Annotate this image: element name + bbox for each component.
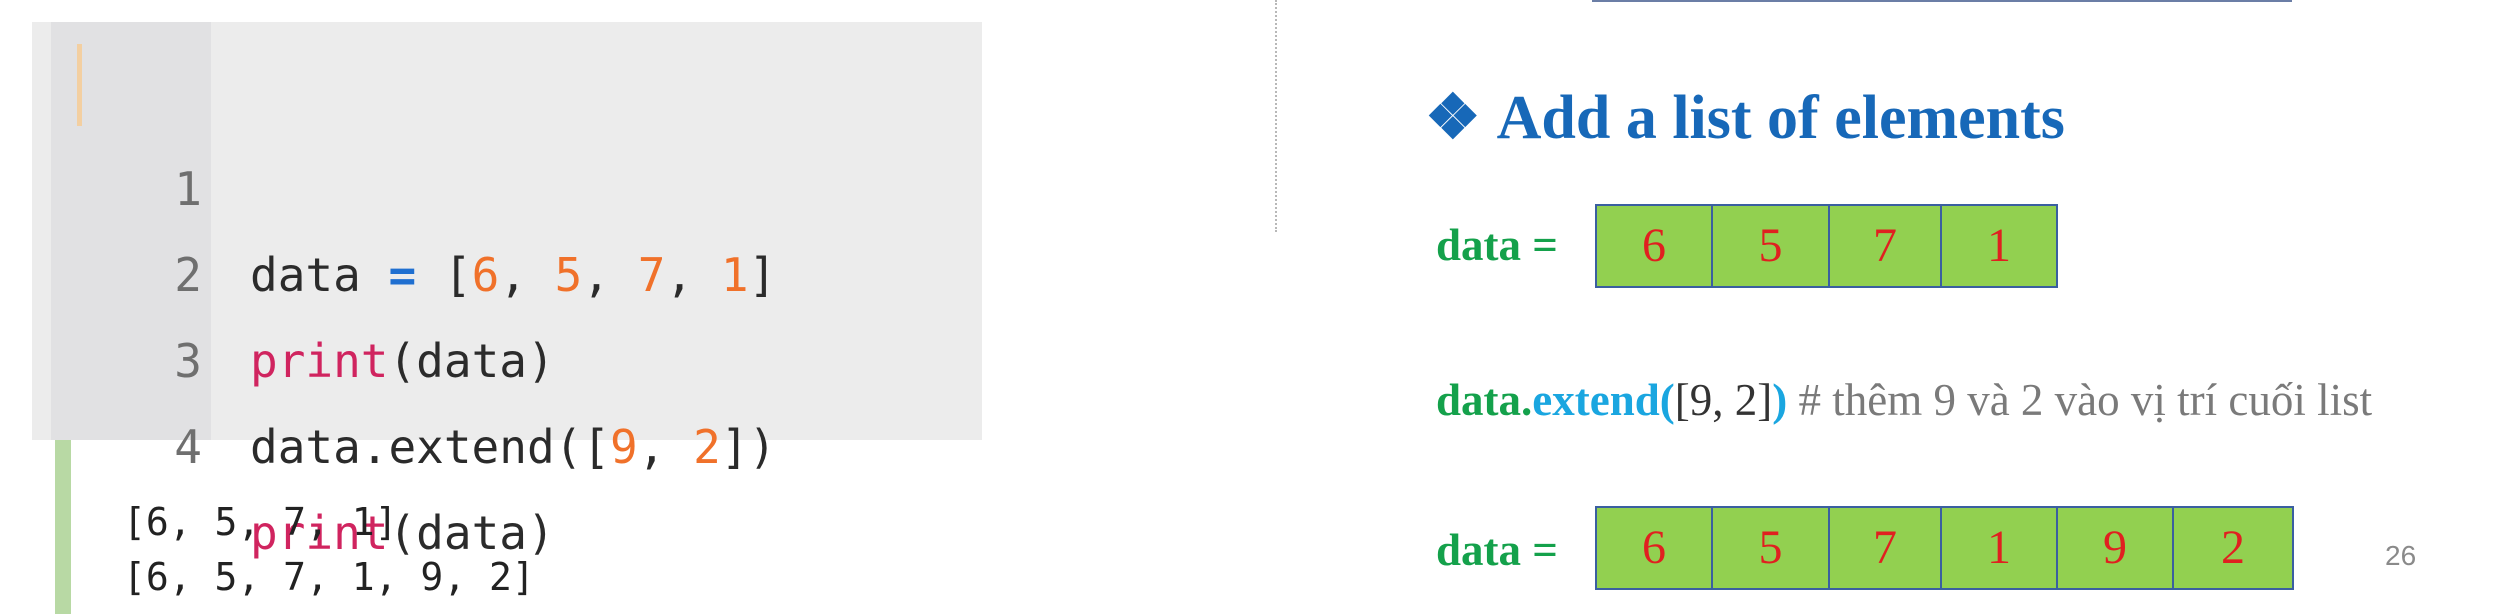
code-text: data.extend([9, 2]) — [250, 420, 777, 474]
data-label-before: data = — [1436, 220, 1558, 270]
diamond-bullet-icon: ❖ — [1425, 84, 1481, 152]
output-marker — [55, 440, 71, 614]
list-cell: 5 — [1711, 204, 1830, 288]
page-number: 26 — [2385, 540, 2417, 571]
list-cell: 7 — [1828, 506, 1942, 590]
top-rule — [1592, 0, 2292, 2]
code-editor-panel: 1 data = [6, 5, 7, 1] 2 print(data) 3 da… — [32, 22, 982, 560]
slide-heading: ❖ Add a list of elements — [1425, 78, 2065, 158]
extend-statement: data.extend([9, 2]) # thêm 9 và 2 vào vị… — [1436, 375, 2373, 425]
list-cell: 1 — [1940, 204, 2058, 288]
code-line-2: 2 print(data) — [32, 146, 554, 388]
extend-comment: # thêm 9 và 2 vào vị trí cuối list — [1787, 375, 2373, 425]
code-line-1: 1 data = [6, 5, 7, 1] — [32, 60, 776, 302]
code-text: print(data) — [250, 334, 555, 388]
list-cell: 9 — [2056, 506, 2174, 590]
output-line-2: [6, 5, 7, 1, 9, 2] — [123, 555, 535, 599]
list-cell: 5 — [1711, 506, 1830, 590]
list-cell: 7 — [1828, 204, 1942, 288]
slide-divider — [1275, 0, 1277, 232]
code-text: data = [6, 5, 7, 1] — [250, 248, 777, 302]
data-label-after: data = — [1436, 525, 1558, 575]
list-cell: 1 — [1940, 506, 2058, 590]
list-cell: 6 — [1595, 506, 1713, 590]
code-line-3: 3 data.extend([9, 2]) — [32, 232, 776, 474]
list-cell: 6 — [1595, 204, 1713, 288]
output-line-1: [6, 5, 7, 1] — [123, 500, 398, 544]
heading-text: Add a list of elements — [1496, 84, 2065, 152]
code-line-4: 4 print(data) — [32, 318, 554, 560]
line-number: 4 — [174, 420, 202, 474]
list-cell: 2 — [2172, 506, 2294, 590]
